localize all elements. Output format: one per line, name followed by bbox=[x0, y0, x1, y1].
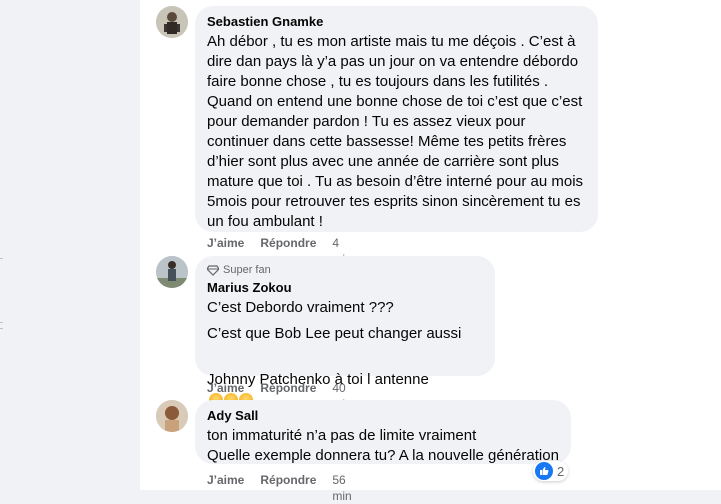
diamond-icon bbox=[207, 264, 219, 276]
avatar[interactable] bbox=[156, 400, 188, 432]
comment-bubble: Ady Sall ton immaturité n’a pas de limit… bbox=[195, 400, 571, 464]
comment-author[interactable]: Marius Zokou bbox=[207, 280, 483, 296]
avatar[interactable] bbox=[156, 6, 188, 38]
comment-line: C’est Debordo vraiment ??? bbox=[207, 299, 394, 316]
avatar[interactable] bbox=[156, 256, 188, 288]
comment-actions: J’aime Répondre 56 min bbox=[207, 472, 352, 504]
comment-bubble: Sebastien Gnamke Ah débor , tu es mon ar… bbox=[195, 6, 598, 232]
comment-line: C’est que Bob Lee peut changer aussi bbox=[207, 325, 462, 342]
comment-author[interactable]: Ady Sall bbox=[207, 408, 559, 424]
comment-bubble: Super fan Marius Zokou C’est Debordo vra… bbox=[195, 256, 495, 408]
super-fan-badge: Super fan bbox=[207, 263, 483, 277]
like-button[interactable]: J’aime bbox=[207, 472, 244, 504]
left-edge-marks bbox=[0, 0, 140, 490]
edge-mark bbox=[0, 328, 3, 329]
reply-button[interactable]: Répondre bbox=[260, 472, 316, 504]
reaction-summary[interactable]: 2 bbox=[533, 461, 569, 481]
comment-author[interactable]: Sebastien Gnamke bbox=[207, 14, 586, 30]
comment-text: ton immaturité n’a pas de limite vraimen… bbox=[207, 427, 559, 464]
edge-mark bbox=[0, 322, 3, 323]
like-icon bbox=[535, 462, 553, 480]
reaction-count: 2 bbox=[557, 463, 565, 479]
edge-mark bbox=[0, 258, 3, 259]
comment-text: Ah débor , tu es mon artiste mais tu me … bbox=[207, 33, 584, 230]
badge-label: Super fan bbox=[223, 264, 271, 276]
comment-timestamp[interactable]: 56 min bbox=[332, 472, 351, 504]
